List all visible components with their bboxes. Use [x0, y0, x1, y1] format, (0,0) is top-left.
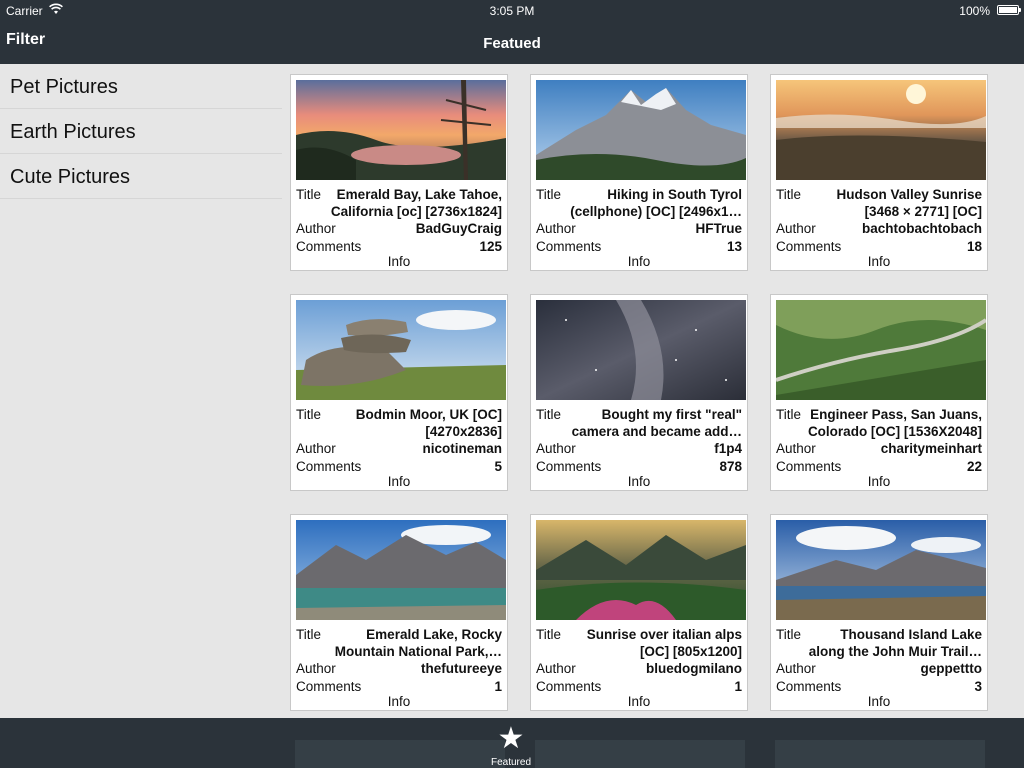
title-label: Title — [536, 407, 562, 422]
thumbnail-image[interactable] — [776, 300, 986, 400]
author-label: Author — [296, 661, 336, 676]
info-button[interactable]: Info — [771, 254, 987, 269]
card-title: Bought my first "real" camera and became… — [571, 407, 742, 439]
card-ghost — [295, 740, 505, 768]
thumbnail-image[interactable] — [296, 80, 506, 180]
card-title: Bodmin Moor, UK [OC] [4270x2836] — [355, 407, 502, 439]
title-label: Title — [296, 187, 322, 202]
info-button[interactable]: Info — [531, 694, 747, 709]
sidebar-item-cute-pictures[interactable]: Cute Pictures — [0, 154, 282, 199]
info-button[interactable]: Info — [771, 694, 987, 709]
picture-card[interactable]: Title Bodmin Moor, UK [OC] [4270x2836] Aut… — [290, 294, 508, 491]
title-label: Title — [776, 187, 802, 202]
picture-card[interactable]: Title Hiking in South Tyrol (cellphone) [… — [530, 74, 748, 271]
thumbnail-image[interactable] — [776, 80, 986, 180]
card-author: HFTrue — [695, 221, 742, 236]
clock: 3:05 PM — [489, 4, 535, 18]
title-label: Title — [536, 627, 562, 642]
card-author: BadGuyCraig — [415, 221, 502, 236]
sidebar-item-earth-pictures[interactable]: Earth Pictures — [0, 109, 282, 154]
card-author: f1p4 — [714, 441, 742, 456]
card-ghost — [775, 740, 985, 768]
card-author: bluedogmilano — [646, 661, 742, 676]
info-button[interactable]: Info — [291, 694, 507, 709]
battery-percent: 100% — [959, 4, 990, 18]
card-title: Thousand Island Lake along the John Muir… — [808, 627, 982, 659]
card-title: Engineer Pass, San Juans, Colorado [OC] … — [807, 407, 982, 439]
author-label: Author — [776, 221, 816, 236]
title-label: Title — [776, 407, 802, 422]
sidebar-item-pet-pictures[interactable]: Pet Pictures — [0, 64, 282, 109]
picture-card[interactable]: Title Emerald Bay, Lake Tahoe, California… — [290, 74, 508, 271]
tab-featured[interactable]: ★ Featured — [476, 722, 546, 768]
title-label: Title — [776, 627, 802, 642]
info-button[interactable]: Info — [291, 254, 507, 269]
card-title: Hudson Valley Sunrise [3468 × 2771] [OC] — [836, 187, 982, 219]
card-author: thefutureeye — [420, 661, 502, 676]
picture-grid: Title Emerald Bay, Lake Tahoe, California… — [290, 74, 1024, 718]
info-button[interactable]: Info — [291, 474, 507, 489]
battery-icon — [997, 5, 1021, 15]
thumbnail-image[interactable] — [296, 520, 506, 620]
title-label: Title — [536, 187, 562, 202]
thumbnail-image[interactable] — [296, 300, 506, 400]
thumbnail-image[interactable] — [536, 80, 746, 180]
navigation-bar: Filter Featued — [0, 22, 1024, 64]
author-label: Author — [536, 221, 576, 236]
sidebar: Pet Pictures Earth Pictures Cute Picture… — [0, 64, 282, 718]
picture-card[interactable]: Title Hudson Valley Sunrise [3468 × 2771]… — [770, 74, 988, 271]
status-bar: Carrier 3:05 PM 100% — [0, 0, 1024, 22]
thumbnail-image[interactable] — [536, 300, 746, 400]
card-title: Emerald Lake, Rocky Mountain National Pa… — [334, 627, 502, 659]
card-title: Hiking in South Tyrol (cellphone) [OC] [… — [570, 187, 742, 219]
author-label: Author — [296, 221, 336, 236]
title-label: Title — [296, 407, 322, 422]
card-title: Emerald Bay, Lake Tahoe, California [oc]… — [330, 187, 502, 219]
card-author: charitymeinhart — [880, 441, 982, 456]
picture-card[interactable]: Title Engineer Pass, San Juans, Colorado … — [770, 294, 988, 491]
info-button[interactable]: Info — [771, 474, 987, 489]
card-title: Sunrise over italian alps [OC] [805x1200… — [586, 627, 742, 659]
author-label: Author — [776, 441, 816, 456]
thumbnail-image[interactable] — [536, 520, 746, 620]
tab-label: Featured — [490, 757, 532, 768]
info-button[interactable]: Info — [531, 474, 747, 489]
card-ghost — [535, 740, 745, 768]
title-label: Title — [296, 627, 322, 642]
card-author: nicotineman — [422, 441, 502, 456]
card-author: geppettto — [920, 661, 983, 676]
card-author: bachtobachtobach — [861, 221, 982, 236]
page-title: Featued — [483, 35, 541, 52]
author-label: Author — [536, 661, 576, 676]
tab-bar: ★ Featured — [0, 718, 1024, 768]
picture-card[interactable]: Title Bought my first "real" camera and b… — [530, 294, 748, 491]
info-button[interactable]: Info — [531, 254, 747, 269]
author-label: Author — [776, 661, 816, 676]
thumbnail-image[interactable] — [776, 520, 986, 620]
author-label: Author — [296, 441, 336, 456]
picture-card[interactable]: Title Sunrise over italian alps [OC] [805… — [530, 514, 748, 711]
picture-card[interactable]: Title Thousand Island Lake along the John… — [770, 514, 988, 711]
picture-card[interactable]: Title Emerald Lake, Rocky Mountain Nation… — [290, 514, 508, 711]
author-label: Author — [536, 441, 576, 456]
star-icon: ★ — [497, 722, 525, 755]
